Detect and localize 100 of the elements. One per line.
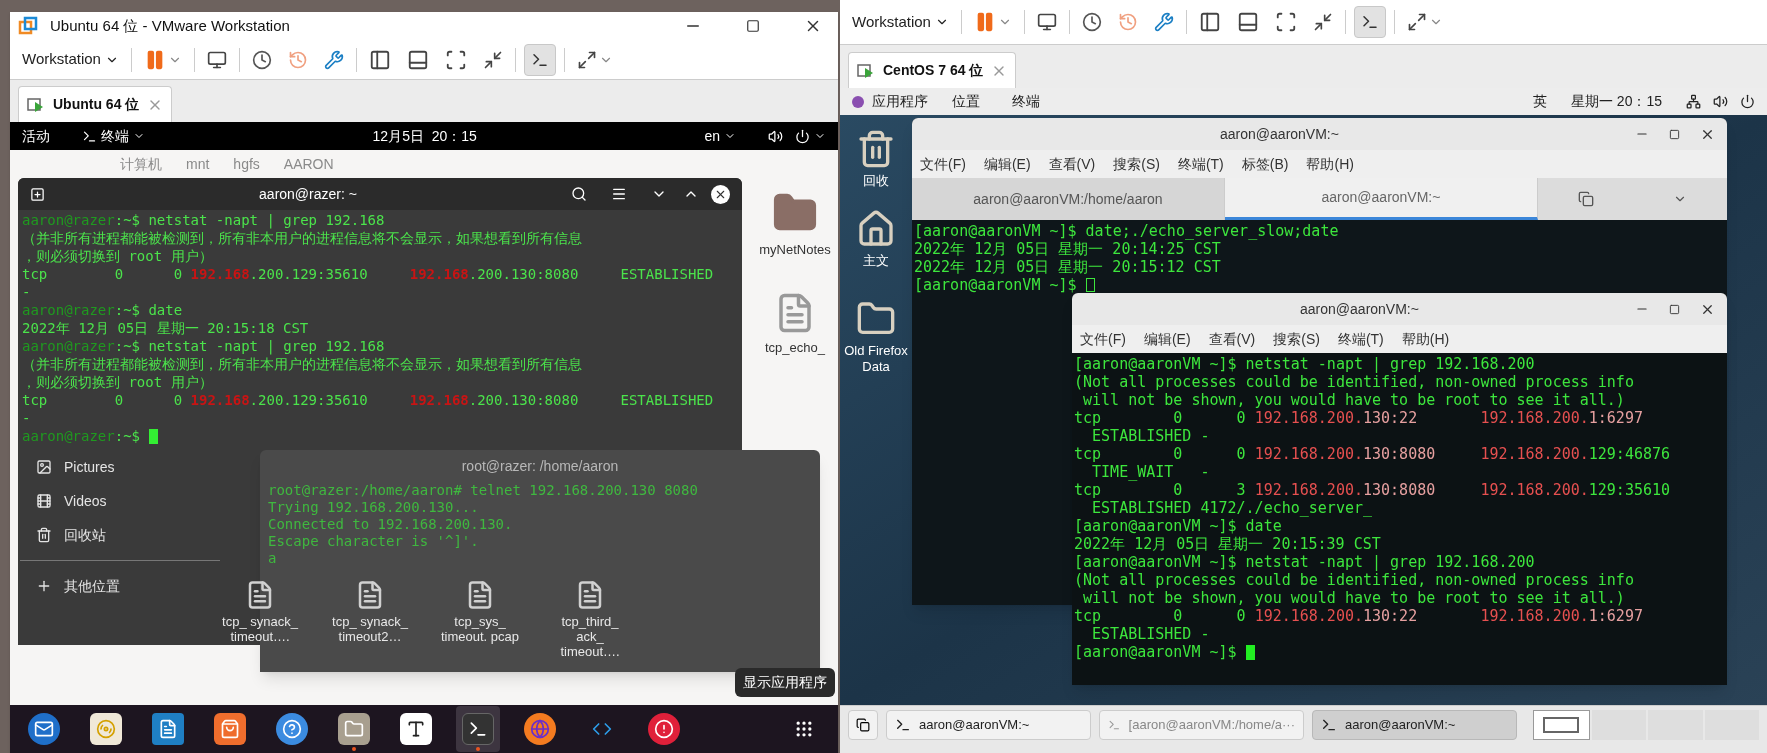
menu-item[interactable]: 帮助(H) bbox=[1401, 328, 1450, 350]
file-name[interactable]: myNetNotes bbox=[759, 240, 831, 260]
terminal-tab[interactable]: aaron@aaronVM:/home/aaron bbox=[912, 178, 1225, 220]
terminal-line: 2022年 12月 05日 星期一 20:14:25 CST bbox=[914, 239, 1221, 259]
volume-icon[interactable] bbox=[768, 128, 783, 144]
menu-item[interactable]: 搜索(S) bbox=[1273, 328, 1320, 350]
terminal-icon bbox=[468, 719, 488, 739]
taskbar-button[interactable]: aaron@aaronVM:~ bbox=[886, 709, 1091, 740]
menu-item[interactable]: 标签(B) bbox=[1241, 153, 1289, 175]
places-menu[interactable]: 位置 bbox=[952, 91, 980, 112]
desktop-icon-label[interactable]: Old Firefox Data bbox=[841, 343, 911, 375]
letter-t-icon bbox=[406, 719, 426, 739]
sidebar-item[interactable]: 回收站 bbox=[20, 518, 220, 552]
terminal-line: tcp 0 3 192.168.200.130:8080 192.168.200.129:35610 bbox=[1074, 480, 1671, 501]
menu-item[interactable]: 编辑(E) bbox=[1143, 328, 1191, 350]
app-menu[interactable]: 终端 bbox=[82, 125, 145, 147]
menu-item[interactable]: 终端(T) bbox=[1337, 328, 1384, 350]
house-icon[interactable] bbox=[856, 209, 896, 249]
desktop-icon-label[interactable]: 主文 bbox=[841, 253, 911, 269]
terminal-line: will not be shown, you would have to be root to see it all.) bbox=[1082, 390, 1625, 411]
terminal-line: tcp 0 0 192.168.200.130:22 192.168.200.1:6297 bbox=[1074, 606, 1643, 627]
terminal-line: (Not all processes could be identified, non-owned process info bbox=[1074, 372, 1634, 393]
show-desktop-button[interactable] bbox=[848, 709, 878, 740]
shrink-arrows-icon bbox=[482, 49, 503, 70]
menu-item[interactable]: 帮助(H) bbox=[1306, 153, 1354, 175]
windows-icon bbox=[856, 717, 870, 732]
file-name[interactable]: tcp_echo_ bbox=[765, 337, 825, 357]
shrink-arrows-icon bbox=[1312, 12, 1333, 32]
terminal-line: 2022年 12月 05日 星期一 20:15:18 CST bbox=[22, 318, 309, 338]
terminal-menu[interactable]: 终端 bbox=[1012, 91, 1040, 112]
input-method[interactable]: 英 bbox=[1532, 91, 1547, 112]
menu-item[interactable]: 编辑(E) bbox=[983, 153, 1031, 175]
wrench-icon bbox=[323, 49, 344, 70]
disc-icon bbox=[96, 719, 116, 739]
terminal-line: - bbox=[22, 408, 31, 428]
mail-icon bbox=[34, 719, 54, 739]
language-menu[interactable]: en bbox=[704, 125, 736, 147]
menu-item[interactable]: 文件(F) bbox=[920, 153, 966, 175]
clock[interactable]: 星期一 20：15 bbox=[1570, 91, 1662, 112]
maximize-icon[interactable] bbox=[746, 19, 760, 33]
menu-item[interactable]: 文件(F) bbox=[1080, 328, 1126, 350]
menu-item[interactable]: 查看(V) bbox=[1208, 328, 1256, 350]
terminal-line: aaron@razer:~$ bbox=[22, 426, 140, 446]
history-icon bbox=[1117, 12, 1138, 32]
vm-running-icon bbox=[857, 61, 875, 80]
terminal-tab[interactable]: aaron@aaronVM:~ bbox=[1225, 178, 1538, 220]
new-tab-icon[interactable] bbox=[30, 186, 45, 202]
monitor-icon bbox=[206, 49, 227, 70]
search-icon[interactable] bbox=[571, 186, 587, 202]
file-name[interactable]: tcp_ synack_ timeout…. bbox=[217, 614, 303, 644]
close-button[interactable] bbox=[711, 184, 730, 204]
expand-arrows-icon bbox=[1406, 12, 1427, 32]
clock[interactable]: 12月5日 20：15 bbox=[372, 125, 477, 147]
window-title: root@razer: /home/aaron bbox=[461, 456, 619, 476]
file-name[interactable]: tcp_third_ ack_ timeout…. bbox=[547, 614, 633, 659]
vm-tab[interactable]: Ubuntu 64 位 bbox=[18, 86, 173, 122]
workspace-button[interactable] bbox=[1533, 709, 1590, 740]
sidebar-item[interactable]: 其他位置 bbox=[20, 569, 220, 603]
vm-tab[interactable]: CentOS 7 64 位 bbox=[848, 52, 1017, 88]
vm-running-icon bbox=[27, 95, 45, 114]
terminal-line: ESTABLISHED 4172/./echo_server_ bbox=[1091, 498, 1372, 519]
menu-item[interactable]: 搜索(S) bbox=[1113, 153, 1160, 175]
terminal-line: aaron@razer:~$ netstat -napt | grep 192.168 bbox=[22, 336, 385, 357]
terminal-line: a bbox=[268, 549, 277, 568]
fullscreen-icon bbox=[444, 48, 467, 71]
terminal-line: aaron@razer:~$ date bbox=[22, 300, 183, 320]
file-name[interactable]: tcp_sys_ timeout. pcap bbox=[437, 614, 523, 644]
terminal-line: Escape character is '^]'. bbox=[268, 532, 479, 551]
terminal-line: （并非所有进程都能被检测到，所有非本用户的进程信息将不会显示，如果想看到所有信息 bbox=[22, 355, 582, 374]
menu-item[interactable]: 查看(V) bbox=[1048, 153, 1096, 175]
terminal-icon bbox=[1360, 13, 1379, 31]
terminal-line: [aaron@aaronVM ~]$ netstat -napt | grep 192.168.200 bbox=[1074, 353, 1535, 375]
taskbar-button[interactable]: aaron@aaronVM:~ bbox=[1312, 709, 1517, 740]
console-view-button[interactable] bbox=[523, 43, 556, 76]
file-name[interactable]: tcp_ synack_ timeout2… bbox=[327, 614, 413, 644]
terminal-line: tcp 0 0 192.168.200.130:22 192.168.200.1:6297 bbox=[1074, 408, 1643, 429]
workstation-menu[interactable]: Workstation bbox=[18, 48, 123, 71]
folder-icon bbox=[344, 719, 364, 739]
window-title: aaron@razer: ~ bbox=[259, 184, 357, 204]
desktop-icon-label[interactable]: 回收 bbox=[841, 173, 911, 189]
terminal-line: (Not all processes could be identified, non-owned process info bbox=[1074, 570, 1634, 591]
activities-button[interactable]: 活动 bbox=[22, 125, 50, 147]
workstation-menu[interactable]: Workstation bbox=[848, 10, 953, 34]
power-icon[interactable] bbox=[795, 128, 810, 144]
film-icon bbox=[36, 493, 52, 509]
sidebar-item[interactable]: Videos bbox=[20, 484, 220, 518]
app-menu-icon bbox=[852, 95, 864, 108]
menu-item[interactable]: 终端(T) bbox=[1177, 153, 1224, 175]
trash-icon bbox=[36, 527, 52, 543]
menu-icon[interactable] bbox=[611, 186, 627, 202]
terminal-line: Connected to 192.168.200.130. bbox=[268, 515, 513, 534]
volume-icon[interactable] bbox=[1713, 94, 1728, 109]
console-view-button[interactable] bbox=[1353, 6, 1386, 38]
sidebar-item[interactable]: Pictures bbox=[20, 450, 220, 484]
bottom-panel-icon bbox=[406, 48, 429, 71]
clock-icon bbox=[251, 49, 272, 70]
applications-menu[interactable]: 应用程序 bbox=[852, 91, 928, 112]
network-icon[interactable] bbox=[1686, 94, 1701, 109]
plus-icon bbox=[36, 578, 52, 594]
power-icon[interactable] bbox=[1740, 94, 1755, 109]
